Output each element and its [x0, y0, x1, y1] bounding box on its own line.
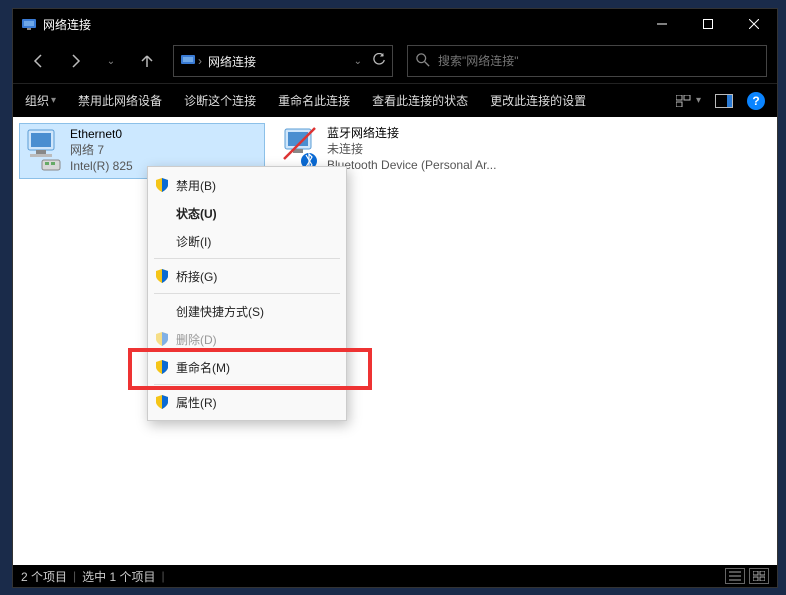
menu-separator: [154, 293, 340, 294]
conn-name: 蓝牙网络连接: [327, 125, 496, 141]
shield-icon: [154, 332, 170, 346]
window-title: 网络连接: [43, 16, 91, 33]
shield-icon: [154, 395, 170, 409]
conn-sub1: 网络 7: [70, 142, 133, 158]
tb-preview-pane[interactable]: [715, 94, 733, 108]
conn-sub2: Intel(R) 825: [70, 158, 133, 174]
view-icons-button[interactable]: [749, 568, 769, 584]
context-menu: 禁用(B) 状态(U) 诊断(I) 桥接(G) 创建快捷方式(S) 删除(D) …: [147, 166, 347, 421]
tb-organize[interactable]: 组织▾: [25, 92, 56, 109]
conn-name: Ethernet0: [70, 126, 133, 142]
refresh-button[interactable]: [372, 53, 386, 70]
recent-dropdown[interactable]: ⌄: [95, 45, 127, 77]
menu-disable[interactable]: 禁用(B): [148, 171, 346, 199]
help-button[interactable]: ?: [747, 92, 765, 110]
tb-disable[interactable]: 禁用此网络设备: [78, 92, 162, 109]
address-icon: [180, 52, 196, 71]
tb-status[interactable]: 查看此连接的状态: [372, 92, 468, 109]
tb-rename[interactable]: 重命名此连接: [278, 92, 350, 109]
back-button[interactable]: [23, 45, 55, 77]
maximize-button[interactable]: [685, 9, 731, 39]
shield-icon: [154, 178, 170, 192]
menu-separator: [154, 258, 340, 259]
close-button[interactable]: [731, 9, 777, 39]
conn-sub1: 未连接: [327, 141, 496, 157]
title-bar: 网络连接: [13, 9, 777, 39]
menu-shortcut[interactable]: 创建快捷方式(S): [148, 297, 346, 325]
search-box[interactable]: [407, 45, 767, 77]
menu-delete: 删除(D): [148, 325, 346, 353]
shield-icon: [154, 269, 170, 283]
menu-diagnose[interactable]: 诊断(I): [148, 227, 346, 255]
shield-icon: [154, 360, 170, 374]
view-details-button[interactable]: [725, 568, 745, 584]
breadcrumb-sep-icon: ›: [196, 54, 204, 68]
tb-change[interactable]: 更改此连接的设置: [490, 92, 586, 109]
tb-diagnose[interactable]: 诊断这个连接: [184, 92, 256, 109]
status-bar: 2 个项目 | 选中 1 个项目 |: [13, 565, 777, 587]
search-input[interactable]: [438, 54, 758, 68]
status-count: 2 个项目: [21, 568, 67, 585]
status-selected: 选中 1 个项目: [82, 568, 155, 585]
toolbar: 组织▾ 禁用此网络设备 诊断这个连接 重命名此连接 查看此连接的状态 更改此连接…: [13, 83, 777, 117]
breadcrumb-item[interactable]: 网络连接: [204, 53, 260, 70]
menu-rename[interactable]: 重命名(M): [148, 353, 346, 381]
menu-properties[interactable]: 属性(R): [148, 388, 346, 416]
up-button[interactable]: [131, 45, 163, 77]
conn-sub2: Bluetooth Device (Personal Ar...: [327, 157, 496, 173]
address-bar[interactable]: › 网络连接 ⌄: [173, 45, 393, 77]
menu-bridge[interactable]: 桥接(G): [148, 262, 346, 290]
forward-button[interactable]: [59, 45, 91, 77]
address-dropdown-icon[interactable]: ⌄: [354, 56, 362, 67]
app-icon: [21, 16, 37, 32]
tb-view-options[interactable]: ▾: [676, 95, 701, 107]
explorer-window: 网络连接 ⌄ › 网络连接: [12, 8, 778, 588]
ethernet-icon: [24, 126, 64, 174]
minimize-button[interactable]: [639, 9, 685, 39]
search-icon: [416, 53, 430, 70]
nav-bar: ⌄ › 网络连接 ⌄: [13, 39, 777, 83]
content-area[interactable]: Ethernet0 网络 7 Intel(R) 825 蓝牙网络连接 未连接: [13, 117, 777, 565]
menu-state[interactable]: 状态(U): [148, 199, 346, 227]
menu-separator: [154, 384, 340, 385]
